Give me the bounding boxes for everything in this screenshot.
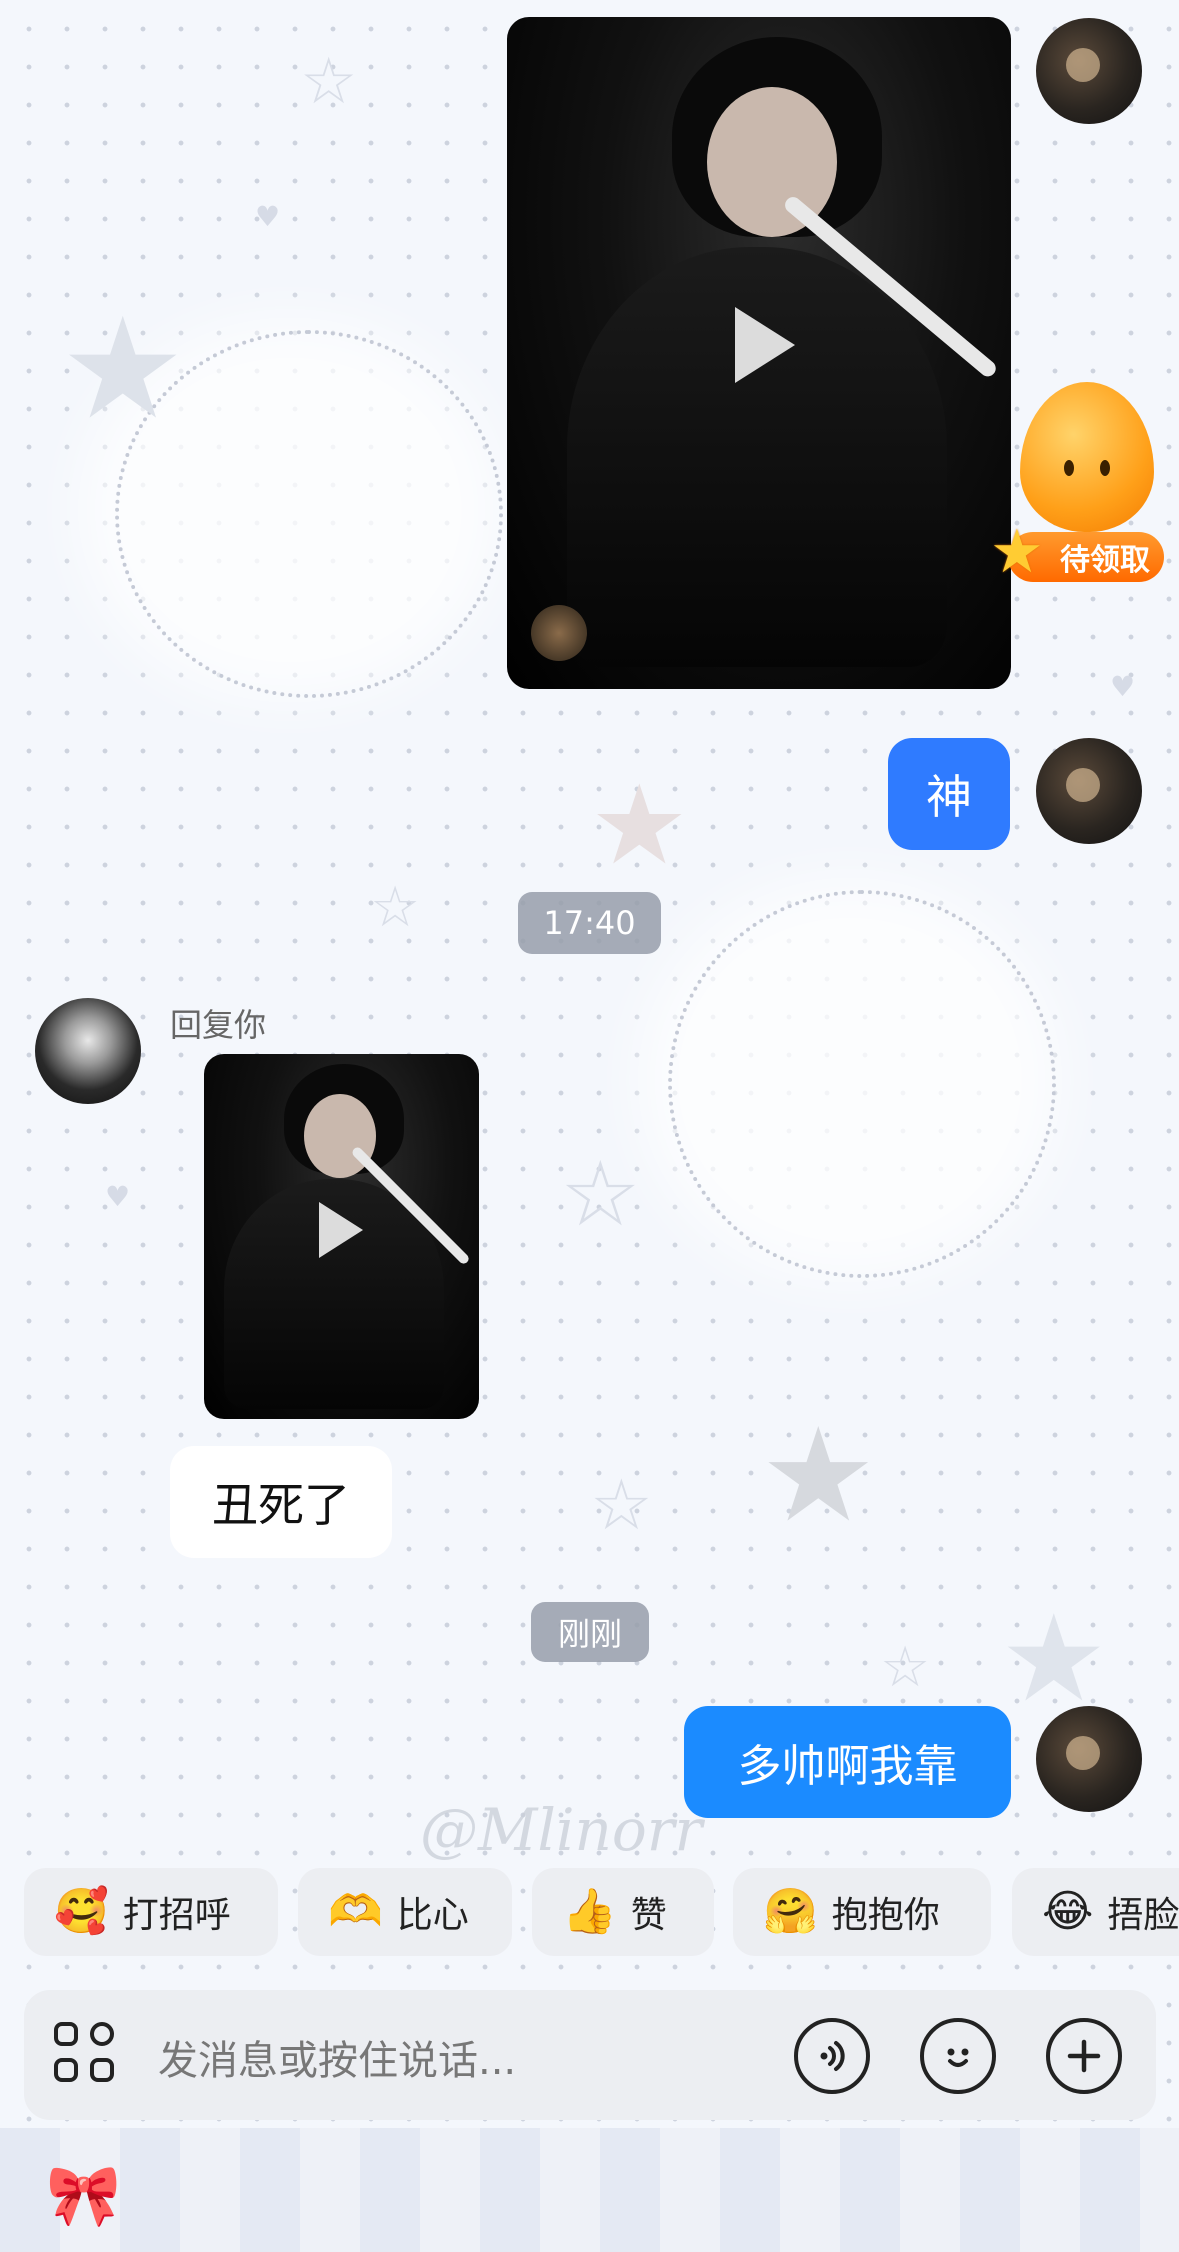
heart-decoration: ♥: [105, 1180, 131, 1213]
star-icon: ★: [990, 517, 1044, 587]
heart-decoration: ♥: [255, 200, 281, 233]
star-decoration: ☆: [370, 875, 421, 940]
star-decoration: ★: [760, 1399, 877, 1551]
star-decoration: ★: [1000, 1590, 1108, 1729]
quick-reply-facepalm[interactable]: 😂 捂脸: [1012, 1868, 1179, 1956]
quick-reply-heart[interactable]: 🫶 比心: [298, 1868, 512, 1956]
quick-reply-like[interactable]: 👍 赞: [532, 1868, 714, 1956]
timestamp: 17:40: [518, 892, 661, 954]
star-decoration: ★: [590, 761, 689, 889]
laugh-cry-emoji-icon: 😂: [1042, 1886, 1094, 1937]
timestamp: 刚刚: [531, 1602, 649, 1662]
quick-reply-label: 打招呼: [122, 1895, 231, 1936]
friend-avatar[interactable]: [35, 998, 141, 1104]
quick-reply-greet[interactable]: 🥰 打招呼: [24, 1868, 278, 1956]
quick-reply-bar: 🥰 打招呼 🫶 比心 👍 赞 🤗 抱抱你 😂 捂脸: [0, 1868, 1179, 1956]
bottom-decorative-strip: [0, 2128, 1179, 2252]
emoji-icon[interactable]: [920, 2018, 996, 2094]
apps-grid-icon[interactable]: [54, 2022, 120, 2088]
greet-emoji-icon: 🥰: [54, 1886, 109, 1937]
my-avatar[interactable]: [1036, 18, 1142, 124]
star-decoration: ★: [60, 288, 186, 451]
star-decoration: ☆: [300, 45, 358, 119]
message-input[interactable]: 发消息或按住说话...: [158, 2028, 516, 2086]
sent-video-message[interactable]: [507, 17, 1011, 689]
play-icon[interactable]: [735, 307, 795, 383]
video-author-avatar: [531, 605, 587, 661]
my-avatar[interactable]: [1036, 1706, 1142, 1812]
play-icon[interactable]: [319, 1202, 363, 1258]
hug-emoji-icon: 🤗: [763, 1886, 818, 1937]
star-decoration: ☆: [590, 1464, 653, 1546]
sent-text-bubble[interactable]: 多帅啊我靠: [684, 1706, 1011, 1818]
quick-reply-label: 比心: [396, 1895, 469, 1936]
heart-hands-emoji-icon: 🫶: [328, 1886, 383, 1937]
quick-reply-label: 捂脸: [1107, 1895, 1179, 1936]
star-decoration: ☆: [880, 1635, 931, 1700]
watermark: @Mlinorr: [420, 1796, 703, 1864]
mascot-icon: [1020, 382, 1154, 532]
voice-icon[interactable]: [794, 2018, 870, 2094]
quick-reply-hug[interactable]: 🤗 抱抱你: [733, 1868, 991, 1956]
my-avatar[interactable]: [1036, 738, 1142, 844]
reply-label: 回复你: [170, 1006, 267, 1044]
received-text-bubble[interactable]: 丑死了: [170, 1446, 392, 1558]
quick-reply-label: 赞: [630, 1895, 667, 1936]
sent-text-bubble[interactable]: 神: [888, 738, 1010, 850]
quick-reply-label: 抱抱你: [831, 1895, 940, 1936]
replied-video-message[interactable]: [204, 1054, 479, 1419]
reward-badge[interactable]: 待领取 ★: [990, 382, 1172, 602]
heart-decoration: ♥: [1110, 670, 1136, 703]
thumbs-up-emoji-icon: 👍: [562, 1886, 617, 1937]
message-input-bar: 发消息或按住说话...: [24, 1990, 1156, 2120]
plus-icon[interactable]: [1046, 2018, 1122, 2094]
star-decoration: ☆: [560, 1142, 641, 1247]
flower-outline-decoration: [668, 890, 1056, 1278]
bow-decoration: 🎀: [46, 2161, 121, 2231]
